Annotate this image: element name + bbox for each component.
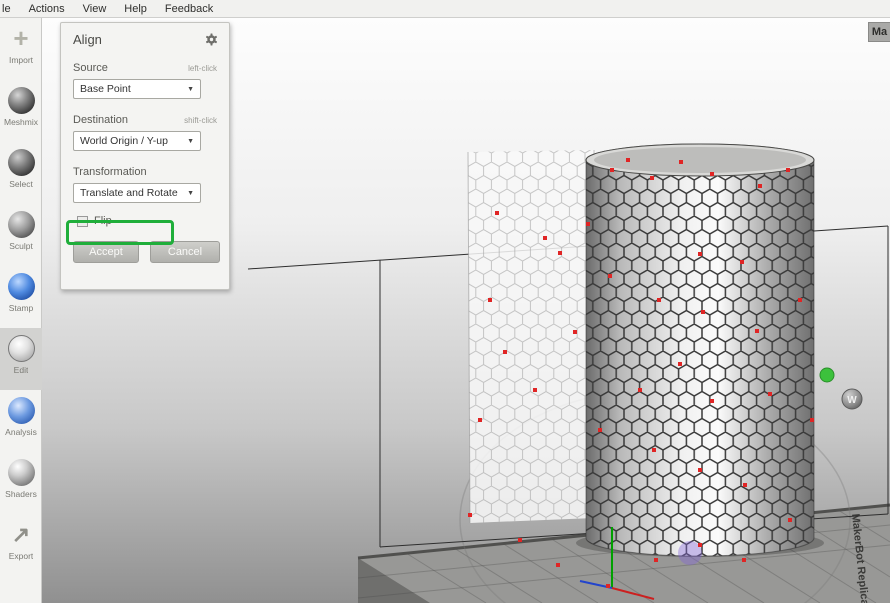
sidebar-item-shaders[interactable]: Shaders [0,452,42,514]
sidebar-item-analysis[interactable]: Analysis [0,390,42,452]
flip-checkbox[interactable] [77,216,88,227]
export-arrow-icon: ↗ [12,521,30,548]
app-window: MakerBot Replicator [0,0,890,603]
menu-feedback[interactable]: Feedback [165,3,213,15]
sidebar-item-label: Select [9,179,33,189]
sidebar-item-label: Analysis [5,427,37,437]
sidebar-item-edit[interactable]: Edit [0,328,42,390]
panel-title: Align [61,23,229,47]
source-label: Source [73,62,108,74]
w-badge-label: W [847,395,857,406]
flip-row: Flip [77,215,229,227]
menu-actions[interactable]: Actions [29,3,65,15]
chevron-down-icon: ▼ [187,190,194,197]
flip-label: Flip [94,215,112,227]
menu-file[interactable]: le [2,3,11,15]
cancel-button[interactable]: Cancel [150,241,220,263]
accept-button[interactable]: Accept [73,241,139,263]
honeycomb-cylinder[interactable] [586,144,814,556]
source-hint: left-click [188,64,217,73]
sidebar-item-stamp[interactable]: Stamp [0,266,42,328]
transformation-label: Transformation [73,166,147,178]
w-axis-badge[interactable]: W [842,389,862,409]
destination-hint: shift-click [184,116,217,125]
sculpt-sphere-icon [8,211,35,238]
pivot-sphere[interactable] [678,541,702,565]
tool-sidebar: + Import Meshmix Select Sculpt Stamp Edi… [0,18,42,603]
sidebar-item-select[interactable]: Select [0,142,42,204]
chevron-down-icon: ▼ [187,138,194,145]
sidebar-item-label: Shaders [5,489,37,499]
ghost-mesh [468,150,594,523]
source-dropdown[interactable]: Base Point ▼ [73,79,201,99]
meshmix-sphere-icon [8,87,35,114]
select-sphere-icon [8,149,35,176]
sidebar-item-label: Export [9,551,34,561]
green-handle[interactable] [820,368,834,382]
transformation-dropdown[interactable]: Translate and Rotate ▼ [73,183,201,203]
menu-help[interactable]: Help [124,3,147,15]
align-panel: Align Source left-click Base Point ▼ Des… [60,22,230,290]
destination-dropdown[interactable]: World Origin / Y-up ▼ [73,131,201,151]
destination-label: Destination [73,114,128,126]
corner-panel-badge[interactable]: Ma [868,22,890,42]
chevron-down-icon: ▼ [187,86,194,93]
sidebar-item-label: Stamp [9,303,34,313]
edit-wireframe-icon [8,335,35,362]
menu-bar: le Actions View Help Feedback [0,0,890,18]
sidebar-item-label: Sculpt [9,241,33,251]
analysis-sphere-icon [8,397,35,424]
source-dropdown-value: Base Point [80,83,131,95]
sidebar-item-export[interactable]: ↗ Export [0,514,42,576]
sidebar-item-label: Meshmix [4,117,38,127]
sidebar-item-meshmix[interactable]: Meshmix [0,80,42,142]
menu-view[interactable]: View [83,3,107,15]
shaders-sphere-icon [8,459,35,486]
sidebar-item-import[interactable]: + Import [0,18,42,80]
stamp-sphere-icon [8,273,35,300]
destination-dropdown-value: World Origin / Y-up [80,135,168,147]
gear-icon[interactable] [205,33,219,47]
import-plus-icon: + [13,25,28,52]
sidebar-item-label: Edit [14,365,29,375]
sidebar-item-label: Import [9,55,33,65]
transformation-dropdown-value: Translate and Rotate [80,187,178,199]
sidebar-item-sculpt[interactable]: Sculpt [0,204,42,266]
